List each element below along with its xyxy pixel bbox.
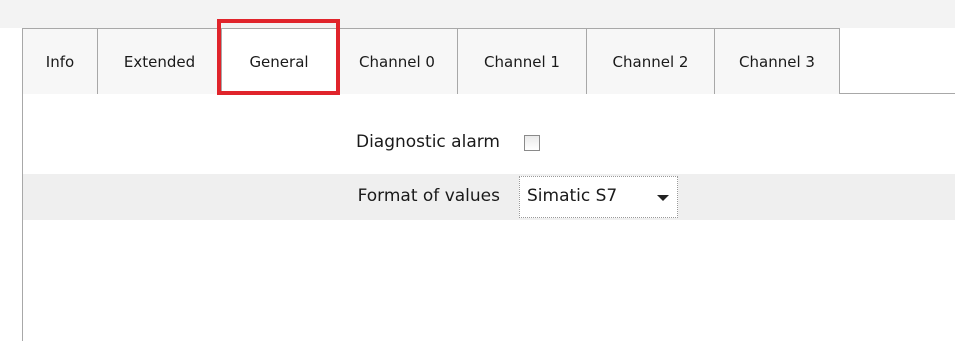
tab-extended[interactable]: Extended (98, 28, 222, 94)
window-top-strip (0, 0, 955, 28)
tab-bar: Info Extended General Channel 0 Channel … (22, 28, 955, 95)
tab-extended-label: Extended (123, 52, 196, 71)
tab-channel-1[interactable]: Channel 1 (458, 28, 587, 94)
format-of-values-label: Format of values (357, 186, 500, 206)
format-of-values-value: Simatic S7 (527, 186, 618, 206)
format-of-values-select[interactable]: Simatic S7 (519, 176, 678, 218)
format-of-values-row: Format of values (23, 174, 955, 220)
tab-info-label: Info (45, 52, 75, 71)
tab-channel-0[interactable]: Channel 0 (337, 28, 458, 94)
diagnostic-alarm-checkbox[interactable] (524, 135, 540, 151)
tab-channel-0-label: Channel 0 (359, 52, 435, 71)
diagnostic-alarm-row: Diagnostic alarm (23, 120, 955, 166)
chevron-down-icon (657, 195, 669, 201)
tab-info[interactable]: Info (22, 28, 98, 94)
tab-general-label: General (249, 53, 309, 71)
tab-channel-2-label: Channel 2 (612, 52, 689, 71)
tab-channel-3[interactable]: Channel 3 (715, 28, 840, 94)
tab-channel-2[interactable]: Channel 2 (587, 28, 715, 94)
tab-channel-1-label: Channel 1 (484, 52, 560, 71)
tab-general[interactable]: General (222, 28, 337, 95)
diagnostic-alarm-label: Diagnostic alarm (355, 132, 500, 152)
tab-channel-3-label: Channel 3 (739, 52, 815, 71)
